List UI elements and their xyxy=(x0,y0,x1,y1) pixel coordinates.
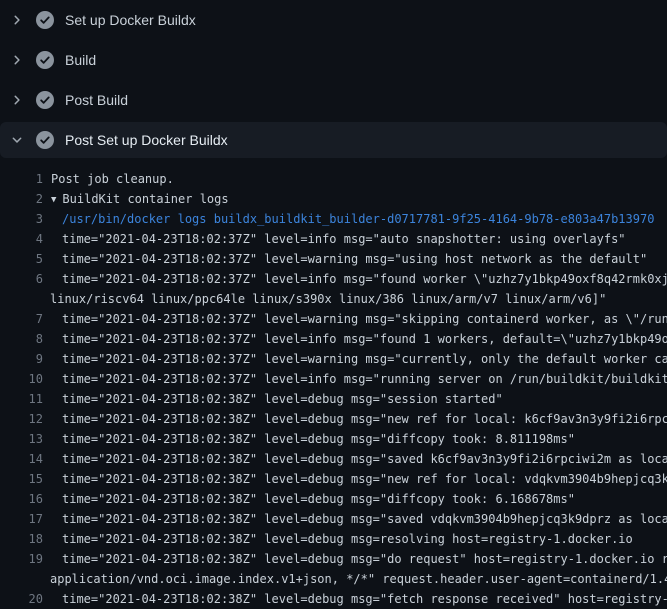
log-line-number[interactable]: 6 xyxy=(0,269,43,289)
log-line-text: time="2021-04-23T18:02:38Z" level=debug … xyxy=(62,409,667,429)
log-line-number[interactable]: 11 xyxy=(0,389,43,409)
step-label: Post Set up Docker Buildx xyxy=(65,132,228,148)
log-row: 8 time="2021-04-23T18:02:37Z" level=info… xyxy=(0,329,667,349)
group-toggle-icon[interactable]: ▼ xyxy=(51,190,56,209)
chevron-right-icon xyxy=(10,93,24,107)
log-row: 13 time="2021-04-23T18:02:38Z" level=deb… xyxy=(0,429,667,449)
log-line-text: application/vnd.oci.image.index.v1+json,… xyxy=(50,569,667,589)
log-line-number[interactable]: 18 xyxy=(0,529,43,549)
chevron-icon[interactable] xyxy=(8,92,26,108)
log-line-number[interactable]: 5 xyxy=(0,249,43,269)
log-row: 9 time="2021-04-23T18:02:37Z" level=warn… xyxy=(0,349,667,369)
log-line-number[interactable]: 9 xyxy=(0,349,43,369)
log-row: 11 time="2021-04-23T18:02:38Z" level=deb… xyxy=(0,389,667,409)
log-line-text: time="2021-04-23T18:02:38Z" level=debug … xyxy=(62,549,667,569)
log-row: 20 time="2021-04-23T18:02:38Z" level=deb… xyxy=(0,589,667,609)
chevron-right-icon xyxy=(10,53,24,67)
log-row: 3 /usr/bin/docker logs buildx_buildkit_b… xyxy=(0,209,667,229)
log-line-number[interactable]: 1 xyxy=(0,169,43,189)
log-line-text: ▼BuildKit container logs xyxy=(51,189,229,209)
check-icon xyxy=(36,51,54,69)
log-row: 6 time="2021-04-23T18:02:37Z" level=info… xyxy=(0,269,667,289)
log-line-number[interactable]: 8 xyxy=(0,329,43,349)
log-line-number[interactable]: 15 xyxy=(0,469,43,489)
step-post-set-up-docker-buildx[interactable]: Post Set up Docker Buildx xyxy=(0,122,667,158)
check-icon xyxy=(36,91,54,109)
log-line-text: time="2021-04-23T18:02:38Z" level=debug … xyxy=(62,489,575,509)
chevron-icon[interactable] xyxy=(8,132,26,148)
log-line-number[interactable]: 14 xyxy=(0,449,43,469)
log-line-number[interactable]: 7 xyxy=(0,309,43,329)
log-line-number[interactable]: 17 xyxy=(0,509,43,529)
log-row: 10 time="2021-04-23T18:02:37Z" level=inf… xyxy=(0,369,667,389)
log-row: application/vnd.oci.image.index.v1+json,… xyxy=(0,569,667,589)
log-line-text: time="2021-04-23T18:02:38Z" level=debug … xyxy=(62,529,633,549)
log-line-number[interactable] xyxy=(0,569,43,589)
check-icon xyxy=(36,11,54,29)
log-line-text: time="2021-04-23T18:02:38Z" level=debug … xyxy=(62,589,667,609)
log-row: 1 Post job cleanup. xyxy=(0,169,667,189)
log-line-text: time="2021-04-23T18:02:38Z" level=debug … xyxy=(62,429,575,449)
log-row: 12 time="2021-04-23T18:02:38Z" level=deb… xyxy=(0,409,667,429)
log-line-text: time="2021-04-23T18:02:38Z" level=debug … xyxy=(62,509,667,529)
log-line-text: linux/riscv64 linux/ppc64le linux/s390x … xyxy=(50,289,606,309)
log-line-text: time="2021-04-23T18:02:38Z" level=debug … xyxy=(62,469,667,489)
log-line-text: time="2021-04-23T18:02:37Z" level=warnin… xyxy=(62,249,647,269)
log-line-number[interactable] xyxy=(0,289,43,309)
log-row: 2 ▼BuildKit container logs xyxy=(0,189,667,209)
check-circle-icon xyxy=(36,11,54,29)
log-line-text: Post job cleanup. xyxy=(51,169,174,189)
step-post-build[interactable]: Post Build xyxy=(0,80,667,120)
step-build[interactable]: Build xyxy=(0,40,667,80)
log-line-number[interactable]: 16 xyxy=(0,489,43,509)
log-line-text: /usr/bin/docker logs buildx_buildkit_bui… xyxy=(62,209,654,229)
log-line-text: time="2021-04-23T18:02:37Z" level=warnin… xyxy=(62,309,667,329)
log-line-number[interactable]: 20 xyxy=(0,589,43,609)
step-label: Set up Docker Buildx xyxy=(65,12,196,28)
log-line-text: time="2021-04-23T18:02:37Z" level=warnin… xyxy=(62,349,667,369)
log-line-text: time="2021-04-23T18:02:38Z" level=debug … xyxy=(62,389,503,409)
actions-log-viewer: Set up Docker Buildx Build Post Build Po… xyxy=(0,0,667,609)
log-row: 7 time="2021-04-23T18:02:37Z" level=warn… xyxy=(0,309,667,329)
log-line-number[interactable]: 4 xyxy=(0,229,43,249)
log-line-number[interactable]: 2 xyxy=(0,189,43,209)
check-circle-icon xyxy=(36,91,54,109)
log-line-text: time="2021-04-23T18:02:37Z" level=info m… xyxy=(62,369,667,389)
log-line-number[interactable]: 3 xyxy=(0,209,43,229)
log-line-number[interactable]: 12 xyxy=(0,409,43,429)
log-row: 16 time="2021-04-23T18:02:38Z" level=deb… xyxy=(0,489,667,509)
log-row: 17 time="2021-04-23T18:02:38Z" level=deb… xyxy=(0,509,667,529)
log-line-text: time="2021-04-23T18:02:37Z" level=info m… xyxy=(62,329,667,349)
steps-list: Set up Docker Buildx Build Post Build Po… xyxy=(0,0,667,158)
log-row: 18 time="2021-04-23T18:02:38Z" level=deb… xyxy=(0,529,667,549)
step-label: Post Build xyxy=(65,92,128,108)
check-circle-icon xyxy=(36,51,54,69)
log-line-number[interactable]: 19 xyxy=(0,549,43,569)
log-row: 14 time="2021-04-23T18:02:38Z" level=deb… xyxy=(0,449,667,469)
log-line-number[interactable]: 10 xyxy=(0,369,43,389)
step-label: Build xyxy=(65,52,96,68)
log-panel: 1 Post job cleanup. 2 ▼BuildKit containe… xyxy=(0,158,667,609)
log-row: linux/riscv64 linux/ppc64le linux/s390x … xyxy=(0,289,667,309)
log-line-text: time="2021-04-23T18:02:37Z" level=info m… xyxy=(62,269,667,289)
log-line-text: time="2021-04-23T18:02:38Z" level=debug … xyxy=(62,449,667,469)
log-line-text: time="2021-04-23T18:02:37Z" level=info m… xyxy=(62,229,626,249)
check-icon xyxy=(36,131,54,149)
chevron-icon[interactable] xyxy=(8,52,26,68)
log-line-number[interactable]: 13 xyxy=(0,429,43,449)
log-row: 15 time="2021-04-23T18:02:38Z" level=deb… xyxy=(0,469,667,489)
log-row: 5 time="2021-04-23T18:02:37Z" level=warn… xyxy=(0,249,667,269)
log-row: 19 time="2021-04-23T18:02:38Z" level=deb… xyxy=(0,549,667,569)
chevron-down-icon xyxy=(10,133,24,147)
chevron-right-icon xyxy=(10,13,24,27)
chevron-icon[interactable] xyxy=(8,12,26,28)
log-row: 4 time="2021-04-23T18:02:37Z" level=info… xyxy=(0,229,667,249)
step-set-up-docker-buildx[interactable]: Set up Docker Buildx xyxy=(0,0,667,40)
check-circle-icon xyxy=(36,131,54,149)
